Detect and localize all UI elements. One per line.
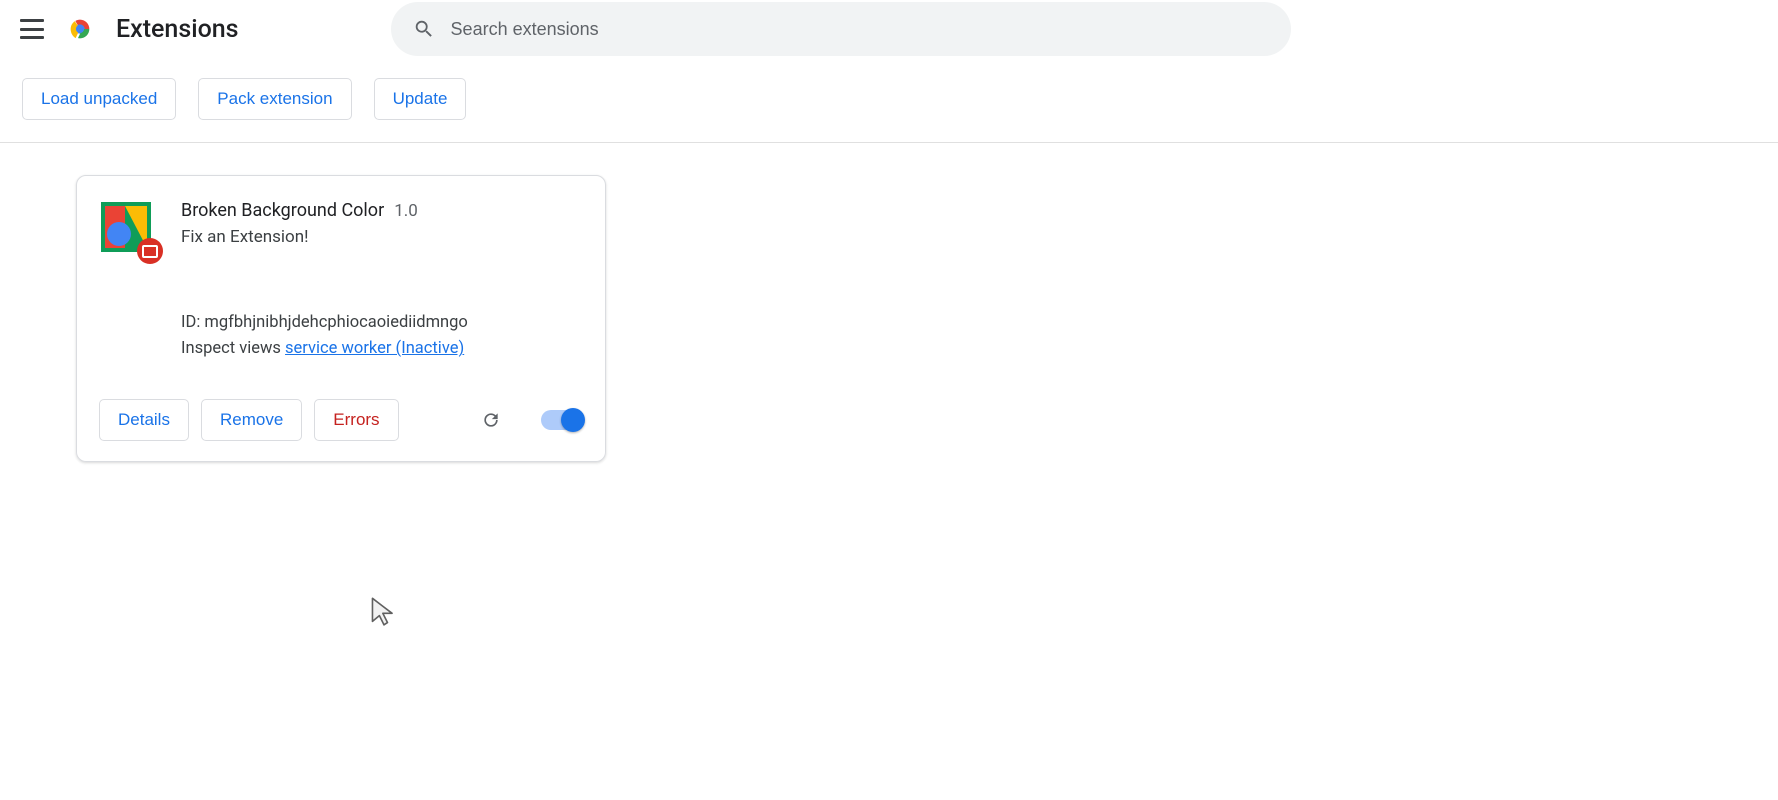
search-icon	[413, 18, 435, 40]
errors-button[interactable]: Errors	[314, 399, 398, 441]
dev-toolbar: Load unpacked Pack extension Update	[0, 58, 1778, 142]
unpacked-badge-icon	[137, 238, 163, 264]
inspect-views-label: Inspect views	[181, 339, 281, 358]
extension-id-label: ID:	[181, 313, 200, 332]
extension-icon	[99, 200, 153, 254]
remove-button[interactable]: Remove	[201, 399, 302, 441]
details-button[interactable]: Details	[99, 399, 189, 441]
enable-toggle[interactable]	[541, 410, 583, 430]
extension-version: 1.0	[394, 201, 418, 221]
mouse-cursor-icon	[370, 596, 398, 626]
update-button[interactable]: Update	[374, 78, 467, 120]
extension-card: Broken Background Color 1.0 Fix an Exten…	[76, 175, 606, 462]
load-unpacked-button[interactable]: Load unpacked	[22, 78, 176, 120]
extension-name: Broken Background Color	[181, 200, 384, 221]
reload-icon[interactable]	[481, 410, 501, 430]
page-title: Extensions	[116, 15, 239, 44]
app-header: Extensions	[0, 0, 1778, 58]
search-box[interactable]	[391, 2, 1291, 56]
inspect-views-link[interactable]: service worker (Inactive)	[285, 339, 464, 358]
chrome-logo-icon	[66, 15, 94, 43]
search-input[interactable]	[451, 19, 1269, 40]
menu-icon[interactable]	[20, 17, 44, 41]
extension-id: mgfbhjnibhjdehcphiocaoiediidmngo	[204, 313, 467, 332]
extension-description: Fix an Extension!	[181, 227, 583, 247]
pack-extension-button[interactable]: Pack extension	[198, 78, 351, 120]
